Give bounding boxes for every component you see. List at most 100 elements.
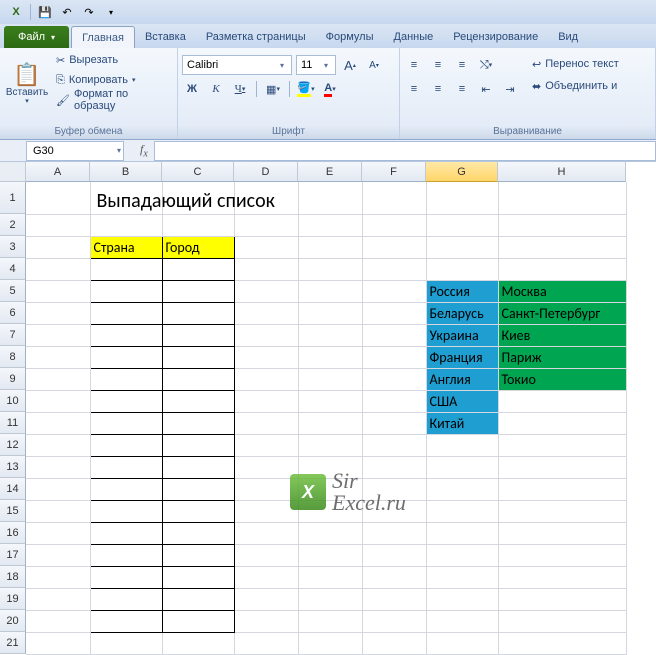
cell-F18[interactable] bbox=[362, 566, 426, 588]
cell-D4[interactable] bbox=[234, 258, 298, 280]
row-header-14[interactable]: 14 bbox=[0, 478, 26, 500]
cell-D10[interactable] bbox=[234, 390, 298, 412]
tab-formulas[interactable]: Формулы bbox=[316, 26, 384, 48]
row-header-6[interactable]: 6 bbox=[0, 302, 26, 324]
cell-E12[interactable] bbox=[298, 434, 362, 456]
cell-D3[interactable] bbox=[234, 236, 298, 258]
cell-C19[interactable] bbox=[162, 588, 234, 610]
cell-G15[interactable] bbox=[426, 500, 498, 522]
tab-view[interactable]: Вид bbox=[548, 26, 588, 48]
cell-G4[interactable] bbox=[426, 258, 498, 280]
cell-C11[interactable] bbox=[162, 412, 234, 434]
cell-G13[interactable] bbox=[426, 456, 498, 478]
cell-H1[interactable] bbox=[498, 182, 626, 214]
cell-grid[interactable]: Выпадающий списокСтранаГородРоссияМосква… bbox=[26, 182, 656, 655]
cell-A14[interactable] bbox=[26, 478, 90, 500]
cell-D11[interactable] bbox=[234, 412, 298, 434]
redo-button[interactable]: ↷ bbox=[79, 2, 99, 22]
cell-C16[interactable] bbox=[162, 522, 234, 544]
cell-E20[interactable] bbox=[298, 610, 362, 632]
cell-D15[interactable] bbox=[234, 500, 298, 522]
row-header-4[interactable]: 4 bbox=[0, 258, 26, 280]
cell-C10[interactable] bbox=[162, 390, 234, 412]
cell-C13[interactable] bbox=[162, 456, 234, 478]
cell-D9[interactable] bbox=[234, 368, 298, 390]
cell-H10[interactable] bbox=[498, 390, 626, 412]
cell-B3[interactable]: Страна bbox=[90, 236, 162, 258]
cell-D14[interactable] bbox=[234, 478, 298, 500]
col-header-F[interactable]: F bbox=[362, 162, 426, 182]
row-header-18[interactable]: 18 bbox=[0, 566, 26, 588]
cell-G2[interactable] bbox=[426, 214, 498, 236]
cell-E8[interactable] bbox=[298, 346, 362, 368]
cell-F11[interactable] bbox=[362, 412, 426, 434]
cell-A16[interactable] bbox=[26, 522, 90, 544]
cell-F4[interactable] bbox=[362, 258, 426, 280]
cell-H3[interactable] bbox=[498, 236, 626, 258]
cell-E17[interactable] bbox=[298, 544, 362, 566]
cell-C2[interactable] bbox=[162, 214, 234, 236]
cell-B7[interactable] bbox=[90, 324, 162, 346]
font-color-button[interactable]: A▾ bbox=[320, 79, 340, 99]
col-header-H[interactable]: H bbox=[498, 162, 626, 182]
chevron-down-icon[interactable]: ▾ bbox=[117, 146, 121, 155]
cell-H18[interactable] bbox=[498, 566, 626, 588]
align-center-button[interactable]: ≡ bbox=[428, 79, 448, 99]
cell-A10[interactable] bbox=[26, 390, 90, 412]
cell-H16[interactable] bbox=[498, 522, 626, 544]
chevron-down-icon[interactable]: ▾ bbox=[275, 61, 289, 70]
cell-H7[interactable]: Киев bbox=[498, 324, 626, 346]
qat-more-icon[interactable]: ▾ bbox=[101, 2, 121, 22]
cell-H11[interactable] bbox=[498, 412, 626, 434]
cell-C9[interactable] bbox=[162, 368, 234, 390]
align-middle-button[interactable]: ≡ bbox=[428, 55, 448, 75]
cell-G20[interactable] bbox=[426, 610, 498, 632]
cut-button[interactable]: ✂ Вырезать bbox=[52, 50, 173, 70]
cell-G16[interactable] bbox=[426, 522, 498, 544]
cell-H19[interactable] bbox=[498, 588, 626, 610]
select-all-corner[interactable] bbox=[0, 162, 26, 182]
cell-A7[interactable] bbox=[26, 324, 90, 346]
format-painter-button[interactable]: 🖌 Формат по образцу bbox=[52, 90, 173, 110]
col-header-D[interactable]: D bbox=[234, 162, 298, 182]
cell-D6[interactable] bbox=[234, 302, 298, 324]
copy-button[interactable]: ⎘ Копировать ▾ bbox=[52, 70, 173, 90]
row-header-1[interactable]: 1 bbox=[0, 182, 26, 214]
cell-B2[interactable] bbox=[90, 214, 162, 236]
cell-D18[interactable] bbox=[234, 566, 298, 588]
row-header-20[interactable]: 20 bbox=[0, 610, 26, 632]
formula-input[interactable] bbox=[154, 141, 656, 161]
align-left-button[interactable]: ≡ bbox=[404, 79, 424, 99]
cell-D20[interactable] bbox=[234, 610, 298, 632]
cell-H15[interactable] bbox=[498, 500, 626, 522]
font-name-combo[interactable]: ▾ bbox=[182, 55, 292, 75]
cell-A18[interactable] bbox=[26, 566, 90, 588]
row-header-8[interactable]: 8 bbox=[0, 346, 26, 368]
cell-F6[interactable] bbox=[362, 302, 426, 324]
cell-A15[interactable] bbox=[26, 500, 90, 522]
name-box[interactable]: G30 ▾ bbox=[26, 141, 124, 161]
cell-E5[interactable] bbox=[298, 280, 362, 302]
increase-font-button[interactable]: A▴ bbox=[340, 55, 360, 75]
col-header-B[interactable]: B bbox=[90, 162, 162, 182]
underline-button[interactable]: Ч▾ bbox=[230, 79, 250, 99]
align-bottom-button[interactable]: ≡ bbox=[452, 55, 472, 75]
col-header-G[interactable]: G bbox=[426, 162, 498, 182]
cell-B6[interactable] bbox=[90, 302, 162, 324]
cell-A12[interactable] bbox=[26, 434, 90, 456]
tab-data[interactable]: Данные bbox=[384, 26, 444, 48]
cell-D19[interactable] bbox=[234, 588, 298, 610]
cell-H13[interactable] bbox=[498, 456, 626, 478]
row-header-12[interactable]: 12 bbox=[0, 434, 26, 456]
col-header-A[interactable]: A bbox=[26, 162, 90, 182]
chevron-down-icon[interactable]: ▾ bbox=[319, 61, 333, 70]
cell-B9[interactable] bbox=[90, 368, 162, 390]
row-header-5[interactable]: 5 bbox=[0, 280, 26, 302]
row-header-19[interactable]: 19 bbox=[0, 588, 26, 610]
tab-review[interactable]: Рецензирование bbox=[443, 26, 548, 48]
paste-button[interactable]: 📋 Вставить ▾ bbox=[4, 50, 50, 118]
cell-E10[interactable] bbox=[298, 390, 362, 412]
cell-E9[interactable] bbox=[298, 368, 362, 390]
cell-B14[interactable] bbox=[90, 478, 162, 500]
cell-F19[interactable] bbox=[362, 588, 426, 610]
